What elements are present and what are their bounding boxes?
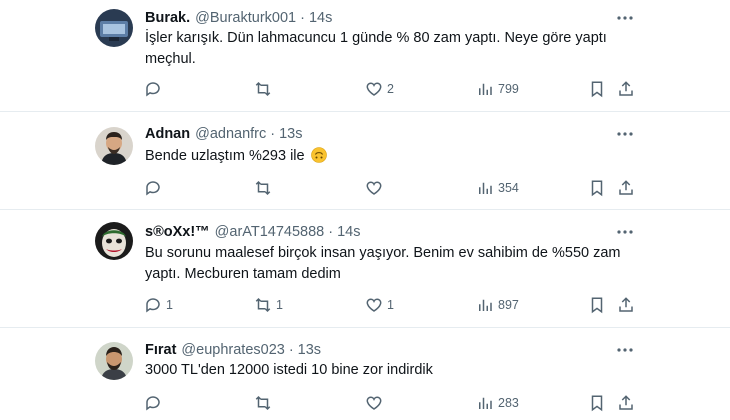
like-count: 1 — [387, 298, 394, 312]
bookmark-icon — [591, 395, 603, 412]
timestamp[interactable]: 13s — [279, 126, 302, 142]
author-handle[interactable]: @euphrates023 — [181, 342, 284, 358]
retweet-button[interactable] — [254, 392, 276, 414]
share-icon — [619, 180, 633, 195]
views-chart-icon — [479, 83, 492, 95]
avatar[interactable] — [95, 342, 133, 380]
retweet-icon — [255, 297, 271, 313]
tweet[interactable]: Adnan @adnanfrc · 13s Bende uzlaştım %29… — [0, 112, 730, 210]
author-name[interactable]: Burak. — [145, 10, 190, 26]
author-handle[interactable]: @arAT14745888 — [215, 224, 325, 240]
author-handle[interactable]: @Burakturk001 — [195, 10, 296, 26]
retweet-count: 1 — [276, 298, 283, 312]
heart-icon — [366, 298, 382, 312]
share-button[interactable] — [617, 78, 635, 100]
heart-icon — [366, 396, 382, 410]
heart-icon — [366, 181, 382, 195]
author-name[interactable]: Adnan — [145, 126, 190, 142]
heart-icon — [366, 82, 382, 96]
separator-dot: · — [328, 224, 334, 240]
reply-button[interactable] — [144, 78, 166, 100]
more-options-button[interactable] — [615, 222, 635, 242]
view-count: 283 — [498, 396, 519, 410]
view-count: 897 — [498, 298, 519, 312]
bookmark-button[interactable] — [588, 392, 606, 414]
bookmark-button[interactable] — [588, 78, 606, 100]
timestamp[interactable]: 14s — [309, 10, 332, 26]
share-icon — [619, 297, 633, 312]
views-button[interactable]: 283 — [476, 392, 519, 414]
views-button[interactable]: 354 — [476, 177, 519, 199]
reply-button[interactable] — [144, 392, 166, 414]
like-button[interactable] — [365, 392, 387, 414]
author-name[interactable]: s®oXx!™ — [145, 224, 210, 240]
tweet[interactable]: s®oXx!™ @arAT14745888 · 14s Bu sorunu ma… — [0, 210, 730, 328]
like-count: 2 — [387, 82, 394, 96]
retweet-icon — [255, 395, 271, 411]
timestamp[interactable]: 13s — [298, 342, 321, 358]
reply-button[interactable] — [144, 177, 166, 199]
tweet-text-row: Bende uzlaştım %293 ile — [145, 146, 625, 167]
more-horizontal-icon — [617, 132, 633, 136]
reply-button[interactable]: 1 — [144, 294, 173, 316]
share-button[interactable] — [617, 177, 635, 199]
like-button[interactable] — [365, 177, 387, 199]
reply-icon — [146, 82, 160, 97]
views-chart-icon — [479, 397, 492, 409]
author-handle[interactable]: @adnanfrc — [195, 126, 266, 142]
reply-icon — [146, 181, 160, 196]
reply-icon — [146, 298, 160, 313]
more-horizontal-icon — [617, 348, 633, 352]
share-icon — [619, 81, 633, 96]
like-button[interactable]: 2 — [365, 78, 394, 100]
share-button[interactable] — [617, 294, 635, 316]
bookmark-icon — [591, 81, 603, 98]
tweet-text: Bende uzlaştım %293 ile — [145, 148, 305, 164]
reply-icon — [146, 396, 160, 411]
views-button[interactable]: 799 — [476, 78, 519, 100]
avatar[interactable] — [95, 222, 133, 260]
separator-dot: · — [288, 342, 294, 358]
tweet-feed: Burak. @Burakturk001 · 14s İşler karışık… — [0, 0, 730, 420]
more-horizontal-icon — [617, 230, 633, 234]
retweet-button[interactable] — [254, 177, 276, 199]
like-button[interactable]: 1 — [365, 294, 394, 316]
separator-dot: · — [300, 10, 305, 26]
more-options-button[interactable] — [615, 340, 635, 360]
timestamp[interactable]: 14s — [337, 224, 360, 240]
tweet-text: Bu sorunu maalesef birçok insan yaşıyor.… — [145, 245, 621, 282]
more-options-button[interactable] — [615, 124, 635, 144]
upside-down-face-emoji — [310, 147, 327, 163]
more-options-button[interactable] — [615, 8, 635, 28]
bookmark-icon — [591, 297, 603, 314]
reply-count: 1 — [166, 298, 173, 312]
avatar[interactable] — [95, 9, 133, 47]
views-chart-icon — [479, 182, 492, 194]
retweet-button[interactable] — [254, 78, 276, 100]
tweet-text: 3000 TL'den 12000 istedi 10 bine zor ind… — [145, 362, 433, 378]
retweet-icon — [255, 81, 271, 97]
retweet-icon — [255, 180, 271, 196]
author-name[interactable]: Fırat — [145, 342, 176, 358]
share-icon — [619, 395, 633, 410]
bookmark-button[interactable] — [588, 177, 606, 199]
tweet-text: İşler karışık. Dün lahmacuncu 1 günde % … — [145, 30, 607, 67]
avatar[interactable] — [95, 127, 133, 165]
tweet[interactable]: Burak. @Burakturk001 · 14s İşler karışık… — [0, 0, 730, 112]
views-button[interactable]: 897 — [476, 294, 519, 316]
tweet[interactable]: Fırat @euphrates023 · 13s 3000 TL'den 12… — [0, 328, 730, 420]
bookmark-icon — [591, 180, 603, 197]
retweet-button[interactable]: 1 — [254, 294, 283, 316]
view-count: 354 — [498, 181, 519, 195]
view-count: 799 — [498, 82, 519, 96]
bookmark-button[interactable] — [588, 294, 606, 316]
more-horizontal-icon — [617, 16, 633, 20]
views-chart-icon — [479, 299, 492, 311]
share-button[interactable] — [617, 392, 635, 414]
separator-dot: · — [270, 126, 276, 142]
